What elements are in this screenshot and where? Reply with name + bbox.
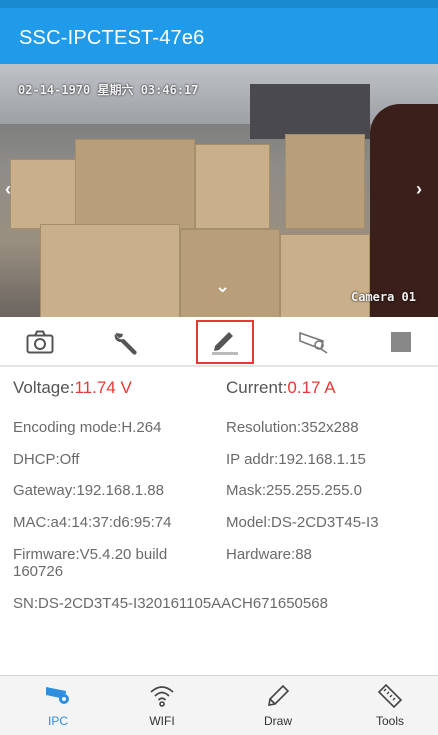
draw-pencil-icon — [268, 684, 290, 706]
wrench-icon — [114, 333, 137, 355]
hardware: Hardware:88 — [226, 546, 312, 563]
dhcp-status: DHCP:Off — [13, 451, 80, 468]
camera-video-feed[interactable]: 02-14-1970 星期六 03:46:17 Camera 01 ‹ › ⌄ — [0, 64, 438, 317]
video-scene-box — [280, 234, 370, 317]
encoding-mode: Encoding mode:H.264 — [13, 419, 162, 436]
control-toolbar — [0, 317, 438, 367]
app-title: SSC-IPCTEST-47e6 — [19, 27, 205, 49]
voltage-label: Voltage: — [13, 378, 75, 397]
current-label: Current: — [226, 378, 288, 397]
voltage-reading: Voltage:11.74 V — [13, 378, 223, 398]
serial-number: SN:DS-2CD3T45-I320161105AACH671650568 — [13, 595, 328, 612]
current-reading: Current:0.17 A — [226, 378, 426, 398]
status-bar — [0, 0, 438, 8]
stop-icon — [391, 332, 411, 352]
previous-arrow-icon[interactable]: ‹ — [5, 179, 11, 200]
stop-button[interactable] — [372, 320, 430, 364]
mac-address: MAC:a4:14:37:d6:95:74 — [13, 514, 172, 531]
firmware-line1: Firmware:V5.4.20 build — [13, 546, 168, 563]
ruler-icon — [377, 683, 403, 709]
subnet-mask: Mask:255.255.255.0 — [226, 482, 362, 499]
video-scene-box — [75, 139, 195, 229]
nav-tab-label: WIFI — [149, 714, 175, 728]
edit-button[interactable] — [196, 320, 254, 364]
snapshot-button[interactable] — [11, 320, 69, 364]
pencil-icon — [212, 332, 238, 355]
nav-tab-ipc[interactable]: IPC — [18, 680, 98, 734]
video-scene-box — [195, 144, 270, 229]
camera-icon — [26, 330, 54, 354]
wifi-icon — [150, 686, 174, 707]
nav-tab-wifi[interactable]: WIFI — [122, 680, 202, 734]
model: Model:DS-2CD3T45-I3 — [226, 514, 379, 531]
camera-device-button[interactable] — [285, 320, 343, 364]
nav-tab-label: Tools — [375, 714, 404, 728]
next-arrow-icon[interactable]: › — [416, 179, 422, 200]
nav-tab-label: Draw — [263, 714, 292, 728]
expand-down-icon[interactable]: ⌄ — [215, 276, 230, 297]
app-bar: SSC-IPCTEST-47e6 — [0, 8, 438, 64]
nav-tab-tools[interactable]: Tools — [350, 680, 430, 734]
video-scene-box — [10, 159, 80, 229]
video-scene-person — [370, 104, 438, 317]
firmware-line2: 160726 — [13, 563, 64, 580]
bottom-navigation: IPC WIFI Draw Tools — [0, 675, 438, 735]
video-scene-shelf — [250, 84, 370, 139]
cctv-camera-icon — [299, 331, 328, 354]
ipc-camera-icon — [46, 687, 69, 704]
nav-tab-draw[interactable]: Draw — [238, 680, 318, 734]
video-scene-box — [40, 224, 180, 317]
settings-button[interactable] — [97, 320, 155, 364]
video-camera-label: Camera 01 — [350, 290, 416, 304]
firmware: Firmware:V5.4.20 build 160726 — [13, 546, 223, 580]
current-value: 0.17 A — [287, 378, 336, 397]
voltage-value: 11.74 V — [74, 378, 132, 397]
nav-tab-label: IPC — [47, 714, 68, 728]
resolution: Resolution:352x288 — [226, 419, 359, 436]
gateway: Gateway:192.168.1.88 — [13, 482, 164, 499]
video-scene-box — [285, 134, 365, 229]
ip-address: IP addr:192.168.1.15 — [226, 451, 366, 468]
video-scene-box — [180, 229, 280, 317]
video-date-overlay: 02-14-1970 星期六 03:46:17 — [18, 83, 199, 97]
